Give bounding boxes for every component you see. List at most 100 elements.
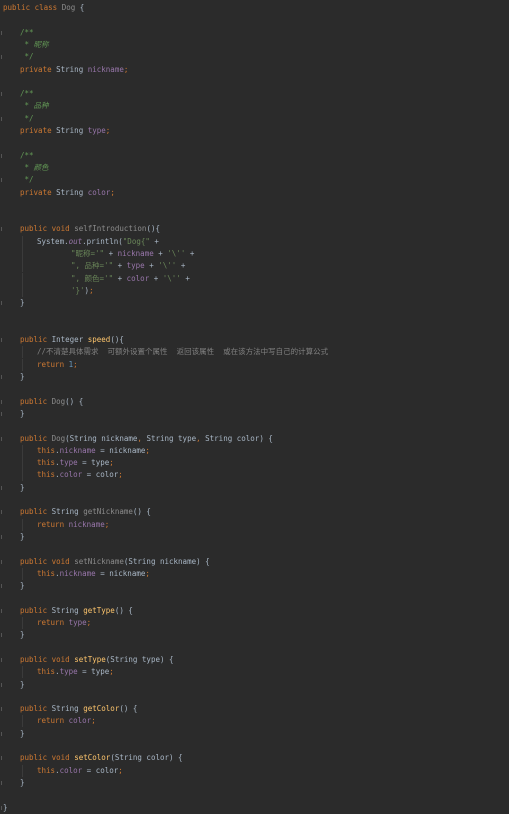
- code-line[interactable]: this.type = type;: [0, 457, 509, 470]
- code-line[interactable]: * 颜色: [0, 162, 509, 174]
- code-line[interactable]: public void selfIntroduction(){: [0, 223, 509, 235]
- code-token: type: [87, 126, 106, 135]
- code-token: {: [79, 3, 85, 12]
- code-line[interactable]: this.color = color;: [0, 764, 509, 777]
- code-token: +: [154, 236, 159, 246]
- code-line[interactable]: return nickname;: [0, 518, 509, 531]
- code-token: }: [3, 802, 8, 812]
- fold-marker-icon[interactable]: [1, 338, 5, 343]
- code-line[interactable]: /**: [0, 27, 509, 39]
- code-token: +: [108, 249, 118, 258]
- code-line[interactable]: return 1;: [0, 358, 509, 371]
- code-line[interactable]: private String nickname;: [0, 64, 509, 76]
- code-text: "昵称='" + nickname + '\'' +: [71, 248, 194, 260]
- code-text: this.type = type;: [37, 666, 114, 678]
- code-token: //不清楚具体需求 可额外设置个属性 返回该属性 或在该方法中写自己的计算公式: [37, 347, 329, 357]
- code-line[interactable]: }: [0, 408, 509, 420]
- fold-marker-icon[interactable]: [1, 178, 5, 183]
- code-line[interactable]: * 品种: [0, 100, 509, 112]
- fold-marker-icon[interactable]: [1, 657, 5, 662]
- fold-marker-icon[interactable]: [1, 55, 5, 60]
- code-line[interactable]: public void setType(String type) {: [0, 654, 509, 666]
- fold-marker-icon[interactable]: [1, 608, 5, 613]
- code-token: color: [59, 470, 87, 480]
- code-text: public String getColor() {: [20, 703, 137, 715]
- fold-marker-icon[interactable]: [1, 116, 5, 121]
- code-line[interactable]: }: [0, 777, 509, 789]
- fold-marker-icon[interactable]: [1, 707, 5, 712]
- code-line[interactable]: }: [0, 297, 509, 309]
- code-line[interactable]: public Integer speed(){: [0, 334, 509, 346]
- code-line[interactable]: private String type;: [0, 125, 509, 137]
- code-line[interactable]: }: [0, 371, 509, 383]
- code-line[interactable]: ", 品种='" + type + '\'' +: [0, 260, 509, 273]
- fold-marker-icon[interactable]: [1, 756, 5, 761]
- fold-marker-icon[interactable]: [1, 153, 5, 158]
- indent-guide: [22, 358, 23, 371]
- code-line[interactable]: }: [0, 580, 509, 592]
- fold-marker-icon[interactable]: [1, 633, 5, 638]
- code-token: ;: [86, 618, 92, 627]
- code-token: */: [20, 52, 34, 62]
- code-editor[interactable]: public class Dog {/** * 昵称 */ private Str…: [0, 0, 509, 812]
- fold-marker-icon[interactable]: [1, 510, 5, 515]
- fold-marker-icon[interactable]: [1, 411, 5, 416]
- code-token: +: [180, 261, 186, 271]
- fold-marker-icon[interactable]: [1, 375, 5, 379]
- code-line[interactable]: System.out.println("Dog{" +: [0, 235, 509, 248]
- code-line[interactable]: /**: [0, 88, 509, 100]
- code-line[interactable]: this.nickname = nickname;: [0, 444, 509, 457]
- code-line[interactable]: */: [0, 51, 509, 63]
- fold-marker-icon[interactable]: [1, 731, 5, 736]
- fold-marker-icon[interactable]: [1, 30, 5, 35]
- code-line[interactable]: //不清楚具体需求 可额外设置个属性 返回该属性 或在该方法中写自己的计算公式: [0, 346, 509, 359]
- code-line[interactable]: this.color = color;: [0, 469, 509, 482]
- code-line[interactable]: * 昵称: [0, 39, 509, 51]
- fold-marker-icon[interactable]: [1, 559, 5, 564]
- code-text: }: [20, 629, 25, 641]
- fold-marker-icon[interactable]: [1, 682, 5, 687]
- code-line[interactable]: public String getNickname() {: [0, 506, 509, 518]
- code-token: public: [20, 433, 52, 443]
- code-line[interactable]: ", 颜色='" + color + '\'' +: [0, 272, 509, 285]
- code-line[interactable]: return color;: [0, 715, 509, 728]
- code-line[interactable]: return type;: [0, 617, 509, 629]
- code-line[interactable]: public void setNickname(String nickname)…: [0, 556, 509, 568]
- code-line[interactable]: '}');: [0, 284, 509, 297]
- code-line[interactable]: public String getColor() {: [0, 703, 509, 715]
- code-line[interactable]: this.type = type;: [0, 666, 509, 679]
- code-line[interactable]: }: [0, 482, 509, 494]
- code-line[interactable]: */: [0, 113, 509, 125]
- code-token: ", 品种='": [71, 261, 118, 271]
- code-token: this: [37, 470, 56, 480]
- code-line[interactable]: private String color;: [0, 187, 509, 199]
- code-line[interactable]: this.nickname = nickname;: [0, 567, 509, 580]
- code-token: selfIntroduction: [74, 224, 147, 234]
- code-line[interactable]: public void setColor(String color) {: [0, 752, 509, 764]
- fold-marker-icon[interactable]: [1, 584, 5, 589]
- code-line[interactable]: "昵称='" + nickname + '\'' +: [0, 248, 509, 260]
- code-line[interactable]: }: [0, 629, 509, 641]
- code-line[interactable]: public Dog(String nickname, String type,…: [0, 433, 509, 445]
- fold-marker-icon[interactable]: [1, 399, 5, 404]
- code-token: '}': [71, 285, 85, 295]
- code-line[interactable]: public String getType() {: [0, 605, 509, 617]
- code-text: * 品种: [20, 100, 49, 112]
- code-line[interactable]: }: [0, 679, 509, 691]
- fold-marker-icon[interactable]: [1, 227, 5, 232]
- fold-marker-icon[interactable]: [1, 436, 5, 441]
- fold-marker-icon[interactable]: [1, 534, 5, 539]
- fold-marker-icon[interactable]: [1, 780, 5, 785]
- code-token: type: [59, 667, 83, 677]
- fold-marker-icon[interactable]: [1, 301, 5, 306]
- fold-marker-icon[interactable]: [1, 485, 5, 490]
- code-line[interactable]: public Dog() {: [0, 396, 509, 408]
- code-token: return: [37, 716, 69, 726]
- code-line[interactable]: */: [0, 174, 509, 186]
- code-line[interactable]: }: [0, 802, 509, 814]
- fold-marker-icon[interactable]: [1, 92, 5, 97]
- code-line[interactable]: }: [0, 728, 509, 740]
- code-line[interactable]: /**: [0, 150, 509, 162]
- code-line[interactable]: public class Dog {: [0, 2, 509, 14]
- code-line[interactable]: }: [0, 531, 509, 543]
